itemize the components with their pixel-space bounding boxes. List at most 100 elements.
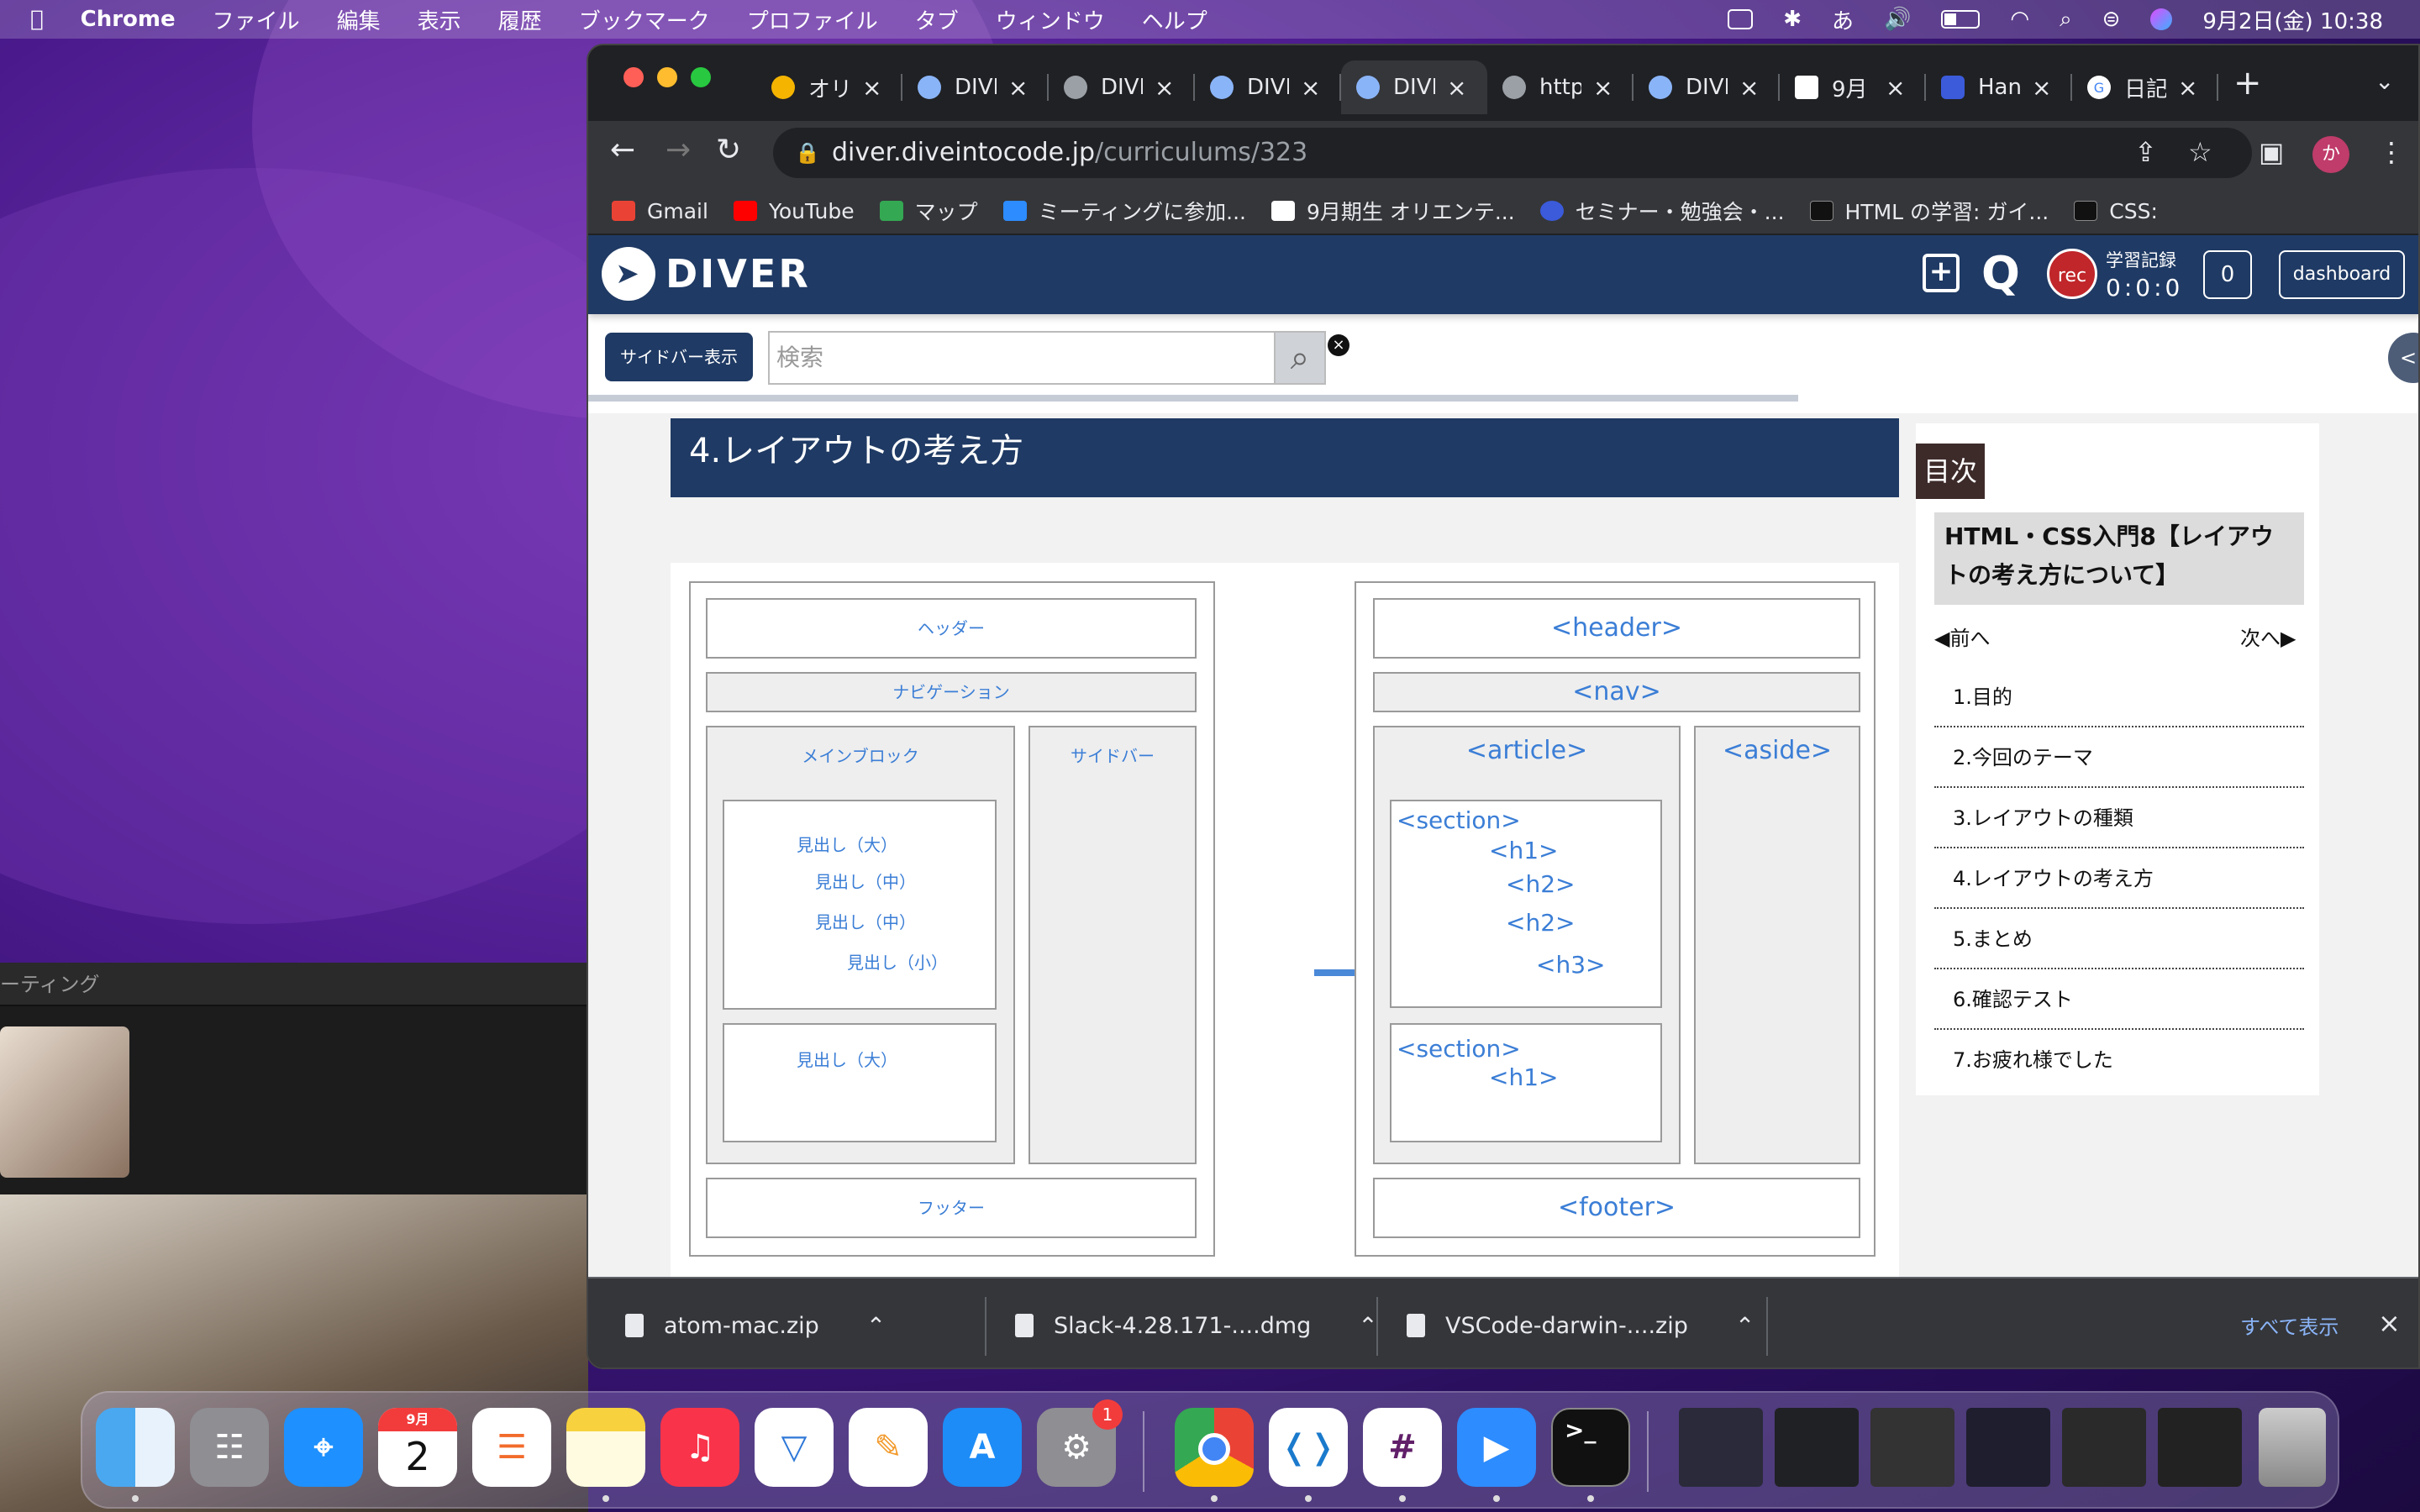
toc-item[interactable]: 6.確認テスト xyxy=(1934,969,2304,1030)
tab-diver-4[interactable]: DIVE× xyxy=(1634,60,1780,114)
close-tab-icon[interactable]: × xyxy=(1155,74,1174,102)
close-tab-icon[interactable]: × xyxy=(1447,74,1466,102)
zoom-status-icon[interactable] xyxy=(1728,9,1754,29)
calendar-add-icon[interactable]: + xyxy=(1923,254,1960,292)
profile-avatar[interactable]: か xyxy=(2312,136,2349,173)
menu-app-name[interactable]: Chrome xyxy=(81,7,176,32)
keynote-icon[interactable]: ▽ xyxy=(755,1408,834,1487)
toc-item[interactable]: 3.レイアウトの種類 xyxy=(1934,788,2304,848)
address-bar[interactable]: 🔒 diver.diveintocode.jp/curriculums/323 xyxy=(773,128,2252,178)
tab-diary[interactable]: G 日記 × xyxy=(2072,60,2218,114)
toc-item[interactable]: 1.目的 xyxy=(1934,667,2304,727)
prev-link[interactable]: ◀前へ xyxy=(1934,622,1990,651)
apple-icon[interactable]:  xyxy=(30,7,44,32)
reload-button[interactable]: ↻ xyxy=(716,133,741,167)
menu-bookmarks[interactable]: ブックマーク xyxy=(579,4,710,35)
close-tab-icon[interactable]: × xyxy=(1886,74,1905,102)
notification-counter[interactable]: 0 xyxy=(2203,250,2252,299)
toggle-panel-button[interactable]: < xyxy=(2388,333,2418,383)
minimized-window-thumbnail[interactable] xyxy=(2158,1408,2242,1487)
toc-item[interactable]: 4.レイアウトの考え方 xyxy=(1934,848,2304,909)
close-tab-icon[interactable]: × xyxy=(2178,74,2197,102)
minimize-window-button[interactable] xyxy=(657,67,677,87)
tab-diver-3[interactable]: DIVE× xyxy=(1195,60,1341,114)
control-center-icon[interactable]: ⊜ xyxy=(2102,7,2121,32)
pages-icon[interactable]: ✎ xyxy=(849,1408,928,1487)
next-link[interactable]: 次へ▶ xyxy=(2240,622,2296,651)
tab-diver-1[interactable]: DIVE× xyxy=(902,60,1049,114)
input-method-icon[interactable]: あ xyxy=(1832,4,1854,35)
bookmark-gmail[interactable]: Gmail xyxy=(612,199,708,223)
close-tab-icon[interactable]: × xyxy=(1593,74,1612,102)
forward-button[interactable]: → xyxy=(666,133,691,167)
more-menu-icon[interactable]: ⋮ xyxy=(2378,136,2405,168)
tab-drive[interactable]: オリ × xyxy=(756,60,902,114)
zoom-app-icon[interactable]: ▶ xyxy=(1457,1408,1536,1487)
chevron-up-icon[interactable]: ⌃ xyxy=(866,1312,886,1340)
tab-diver-2[interactable]: DIVE× xyxy=(1049,60,1195,114)
tab-han[interactable]: Han × xyxy=(1926,60,2072,114)
vscode-icon[interactable]: ❬❭ xyxy=(1269,1408,1348,1487)
menu-help[interactable]: ヘルプ xyxy=(1142,4,1207,35)
calendar-icon[interactable]: 9月 2 xyxy=(378,1408,457,1487)
trash-icon[interactable] xyxy=(2259,1408,2326,1487)
menu-history[interactable]: 履歴 xyxy=(498,4,542,35)
toc-item[interactable]: 5.まとめ xyxy=(1934,909,2304,969)
toc-item[interactable]: 7.お疲れ様でした xyxy=(1934,1030,2304,1090)
minimized-window-thumbnail[interactable] xyxy=(1679,1408,1763,1487)
close-tab-icon[interactable]: × xyxy=(1008,74,1028,102)
bookmark-orientation[interactable]: 9月期生 オリエンテ... xyxy=(1270,196,1515,226)
side-panel-icon[interactable]: ▣ xyxy=(2259,136,2284,168)
chrome-icon[interactable] xyxy=(1175,1408,1254,1487)
bookmark-youtube[interactable]: YouTube xyxy=(733,199,855,223)
minimized-window-thumbnail[interactable] xyxy=(1966,1408,2050,1487)
menu-clock[interactable]: 9月2日(金) 10:38 xyxy=(2202,4,2383,35)
menu-file[interactable]: ファイル xyxy=(213,4,300,35)
download-item[interactable]: Slack-4.28.171-....dmg ⌃ xyxy=(1015,1278,1378,1368)
close-tab-icon[interactable]: × xyxy=(2032,74,2051,102)
new-tab-button[interactable]: + xyxy=(2233,64,2262,102)
reminders-icon[interactable]: ☰ xyxy=(472,1408,551,1487)
menu-view[interactable]: 表示 xyxy=(418,4,461,35)
search-button[interactable]: ⌕ xyxy=(1274,331,1326,385)
lock-icon[interactable]: 🔒 xyxy=(795,128,820,178)
tab-diver-active[interactable]: DIVE× xyxy=(1341,60,1487,114)
spotlight-search-icon[interactable]: ⌕ xyxy=(2060,7,2072,33)
bookmark-seminar[interactable]: セミナー・勉強会・... xyxy=(1539,196,1785,226)
slack-icon[interactable]: # xyxy=(1363,1408,1442,1487)
volume-icon[interactable]: 🔊 xyxy=(1884,7,1911,32)
menu-tab[interactable]: タブ xyxy=(915,4,959,35)
launchpad-icon[interactable]: ☷ xyxy=(190,1408,269,1487)
tab-search-chevron-icon[interactable]: ⌄ xyxy=(2375,67,2394,95)
close-tab-icon[interactable]: × xyxy=(1301,74,1320,102)
minimized-window-thumbnail[interactable] xyxy=(1870,1408,1954,1487)
close-tab-icon[interactable]: × xyxy=(862,74,881,102)
zoom-window-button[interactable] xyxy=(691,67,711,87)
finder-icon[interactable] xyxy=(96,1408,175,1487)
bookmark-html-guide[interactable]: HTML の学習: ガイ... xyxy=(1809,196,2049,226)
close-download-shelf-icon[interactable]: × xyxy=(2378,1307,2401,1339)
clear-search-icon[interactable]: × xyxy=(1328,334,1349,356)
battery-icon[interactable] xyxy=(1941,10,1981,29)
show-sidebar-button[interactable]: サイドバー表示 xyxy=(605,333,753,381)
chevron-up-icon[interactable]: ⌃ xyxy=(1735,1312,1754,1340)
show-all-downloads-link[interactable]: すべて表示 xyxy=(2240,1310,2338,1340)
close-window-button[interactable] xyxy=(623,67,644,87)
question-icon[interactable]: Q xyxy=(1981,247,2020,300)
music-icon[interactable]: ♫ xyxy=(660,1408,739,1487)
chevron-up-icon[interactable]: ⌃ xyxy=(1358,1312,1377,1340)
dashboard-button[interactable]: dashboard xyxy=(2279,250,2405,299)
participant-thumbnail[interactable] xyxy=(0,1026,129,1178)
minimized-window-thumbnail[interactable] xyxy=(1775,1408,1859,1487)
siri-icon[interactable] xyxy=(2150,8,2173,30)
download-item[interactable]: VSCode-darwin-....zip ⌃ xyxy=(1407,1278,1754,1368)
back-button[interactable]: ← xyxy=(610,133,635,167)
bookmark-css[interactable]: CSS: xyxy=(2074,199,2158,223)
minimized-window-thumbnail[interactable] xyxy=(2062,1408,2146,1487)
record-button[interactable]: rec xyxy=(2047,249,2097,299)
share-icon[interactable]: ⇪ xyxy=(2134,136,2157,168)
notes-icon[interactable] xyxy=(566,1408,645,1487)
diver-logo[interactable]: ➤ DIVER xyxy=(602,247,811,301)
close-tab-icon[interactable]: × xyxy=(1739,74,1759,102)
toc-item[interactable]: 2.今回のテーマ xyxy=(1934,727,2304,788)
